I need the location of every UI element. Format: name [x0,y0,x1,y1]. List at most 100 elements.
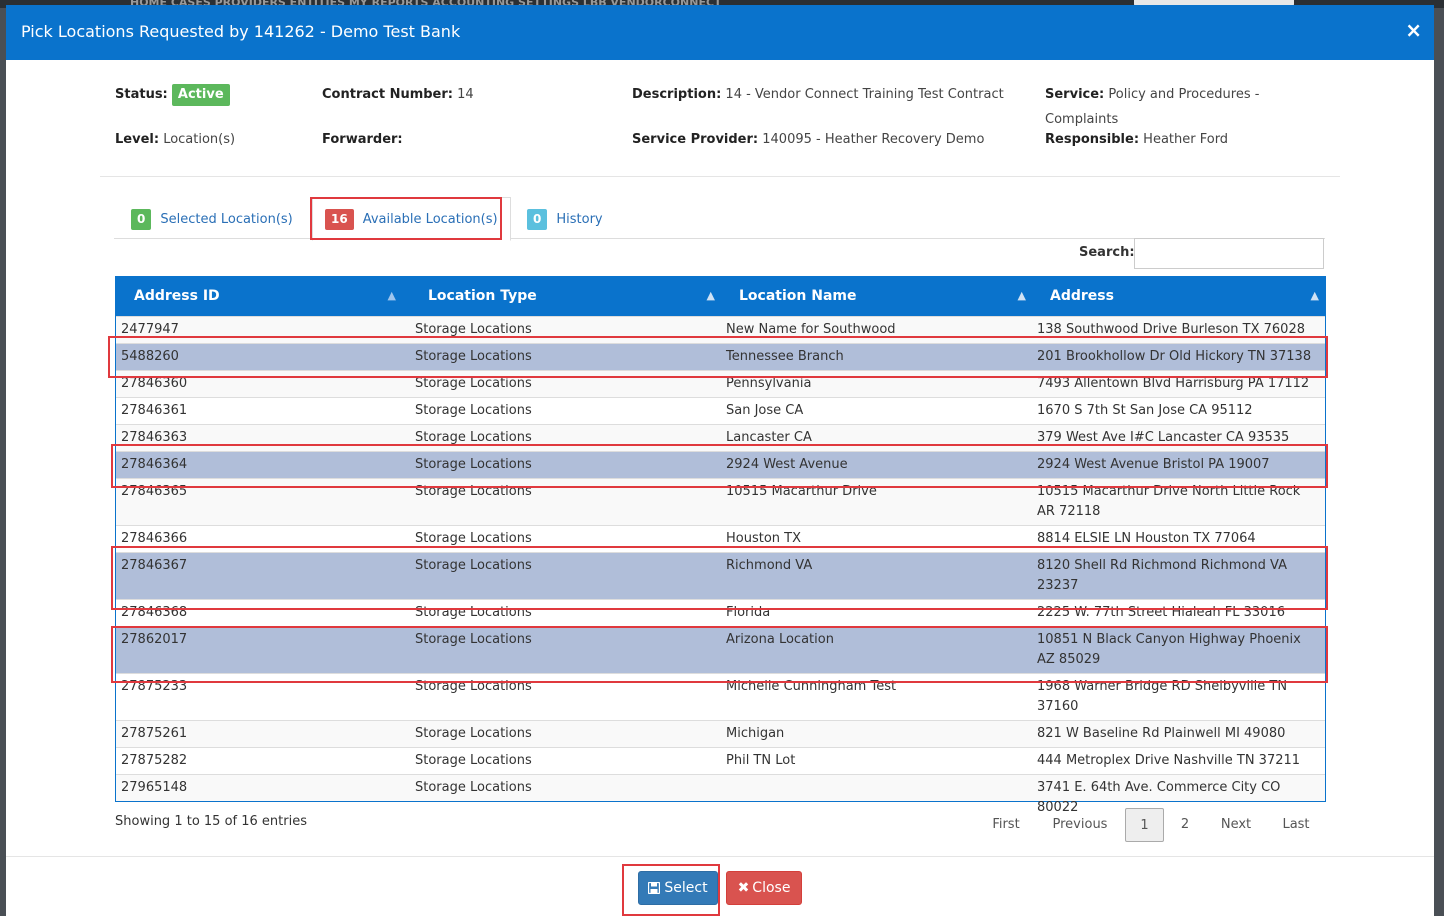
tab-selected-label: Selected Location(s) [160,211,293,227]
contract-field: Contract Number: 14 [322,83,474,107]
table-row[interactable]: 2477947 Storage Locations New Name for Sou… [116,316,1325,343]
location-name-cell: Michelle Cunningham Test [726,679,897,694]
tab-history-count: 0 [527,208,548,230]
address-cell: 1968 Warner Bridge RD Shelbyville TN 371… [1037,679,1288,714]
address-cell: 444 Metroplex Drive Nashville TN 37211 [1037,753,1301,768]
tab-available-label: Available Location(s) [362,211,498,227]
location-type-cell: Storage Locations [415,457,532,472]
address-cell: 8120 Shell Rd Richmond Richmond VA 23237 [1037,558,1287,593]
sort-asc-icon: ▲ [387,289,396,302]
table-row[interactable]: 27846360 Storage Locations Pennsylvania 749… [116,370,1325,397]
address-cell: 821 W Baseline Rd Plainwell MI 49080 [1037,726,1286,741]
table-row[interactable]: 5488260 Storage Locations Tennessee Branch… [116,343,1325,370]
table-row[interactable]: 27846363 Storage Locations Lancaster CA 379… [116,424,1325,451]
responsible-value: Heather Ford [1143,132,1229,147]
location-type-cell: Storage Locations [415,531,532,546]
table-body: 2477947 Storage Locations New Name for Sou… [116,316,1325,815]
pagination-page-2[interactable]: 2 [1170,808,1200,842]
pagination-last[interactable]: Last [1276,808,1316,842]
table-row[interactable]: 27875261 Storage Locations Michigan 821 W B… [116,720,1325,747]
address-cell: 8814 ELSIE LN Houston TX 77064 [1037,531,1256,546]
address-id-cell: 2477947 [121,322,179,337]
select-button[interactable]: Select [638,871,718,905]
location-name-cell: San Jose CA [726,403,804,418]
close-button[interactable]: ✖ Close [726,871,802,905]
address-cell: 1670 S 7th St San Jose CA 95112 [1037,403,1253,418]
table-row[interactable]: 27965148 Storage Locations 3741 E. 64th Av… [116,774,1325,815]
search-label: Search: [1079,245,1135,260]
address-cell: 2225 W. 77th Street Hialeah FL 33016 [1037,605,1285,620]
address-cell: 2924 West Avenue Bristol PA 19007 [1037,457,1270,472]
level-label: Level: [115,132,160,147]
address-id-cell: 27875233 [121,679,188,694]
pagination-next[interactable]: Next [1212,808,1260,842]
tab-history[interactable]: 0 History [527,200,603,238]
modal-header: Pick Locations Requested by 141262 - Dem… [6,5,1434,60]
address-cell: 7493 Allentown Blvd Harrisburg PA 17112 [1037,376,1310,391]
pagination-first[interactable]: First [984,808,1028,842]
table-row[interactable]: 27846365 Storage Locations 10515 Macarthur… [116,478,1325,525]
address-id-cell: 27846363 [121,430,188,445]
address-id-cell: 27862017 [121,632,188,647]
table-row[interactable]: 27875233 Storage Locations Michelle Cunnin… [116,673,1325,720]
location-name-cell: Richmond VA [726,558,813,573]
table-row[interactable]: 27862017 Storage Locations Arizona Locatio… [116,626,1325,673]
address-id-cell: 27846361 [121,403,188,418]
service-field: Service: Policy and Procedures - [1045,83,1259,107]
table-row[interactable]: 27846368 Storage Locations Florida 2225 W. … [116,599,1325,626]
location-type-cell: Storage Locations [415,484,532,499]
table-row[interactable]: 27846364 Storage Locations 2924 West Avenu… [116,451,1325,478]
table-row[interactable]: 27846361 Storage Locations San Jose CA 1670… [116,397,1325,424]
table-row[interactable]: 27846367 Storage Locations Richmond VA 8120… [116,552,1325,599]
save-icon [648,882,661,894]
table-row[interactable]: 27875282 Storage Locations Phil TN Lot 444 … [116,747,1325,774]
sort-both-icon: ▲ [706,289,715,302]
location-type-cell: Storage Locations [415,780,532,795]
level-field: Level: Location(s) [115,128,235,152]
column-header-address-id-label: Address ID [134,288,220,304]
address-id-cell: 27846367 [121,558,188,573]
location-type-cell: Storage Locations [415,558,532,573]
location-name-cell: 10515 Macarthur Drive [726,484,877,499]
description-value: 14 - Vendor Connect Training Test Contra… [725,87,1004,102]
footer-divider [6,856,1434,857]
column-header-location-type[interactable]: Location Type ▲ [410,276,721,316]
address-id-cell: 27875282 [121,753,188,768]
modal-title: Pick Locations Requested by 141262 - Dem… [21,22,461,41]
close-icon: ✖ [737,880,750,896]
column-header-location-type-label: Location Type [428,288,537,304]
tab-selected-locations[interactable]: 0 Selected Location(s) [131,200,293,238]
responsible-label: Responsible: [1045,132,1140,147]
tab-selected-count: 0 [131,208,152,230]
column-header-location-name[interactable]: Location Name ▲ [721,276,1032,316]
location-name-cell: Pennsylvania [726,376,812,391]
pagination-previous[interactable]: Previous [1046,808,1114,842]
column-header-location-name-label: Location Name [739,288,857,304]
address-id-cell: 27846366 [121,531,188,546]
search-input[interactable] [1134,238,1324,269]
table-row[interactable]: 27846366 Storage Locations Houston TX 8814 … [116,525,1325,552]
description-label: Description: [632,87,722,102]
status-badge: Active [171,84,230,106]
location-type-cell: Storage Locations [415,726,532,741]
address-cell: 10851 N Black Canyon Highway Phoenix AZ … [1037,632,1301,667]
address-cell: 201 Brookhollow Dr Old Hickory TN 37138 [1037,349,1312,364]
info-divider [100,176,1340,177]
contract-value: 14 [457,87,474,102]
location-type-cell: Storage Locations [415,632,532,647]
location-name-cell: Arizona Location [726,632,834,647]
location-name-cell: 2924 West Avenue [726,457,848,472]
close-icon[interactable]: × [1405,19,1422,41]
column-header-address[interactable]: Address ▲ [1032,276,1325,316]
location-name-cell: Florida [726,605,771,620]
address-cell: 138 Southwood Drive Burleson TX 76028 [1037,322,1305,337]
address-id-cell: 5488260 [121,349,179,364]
sort-both-icon: ▲ [1310,289,1319,302]
pagination-page-1[interactable]: 1 [1125,808,1164,842]
responsible-field: Responsible: Heather Ford [1045,128,1228,152]
column-header-address-id[interactable]: Address ID ▲ [116,276,410,316]
table-info: Showing 1 to 15 of 16 entries [115,814,307,829]
location-name-cell: Michigan [726,726,785,741]
address-id-cell: 27965148 [121,780,188,795]
tab-available-locations[interactable]: 16 Available Location(s) [312,197,511,241]
